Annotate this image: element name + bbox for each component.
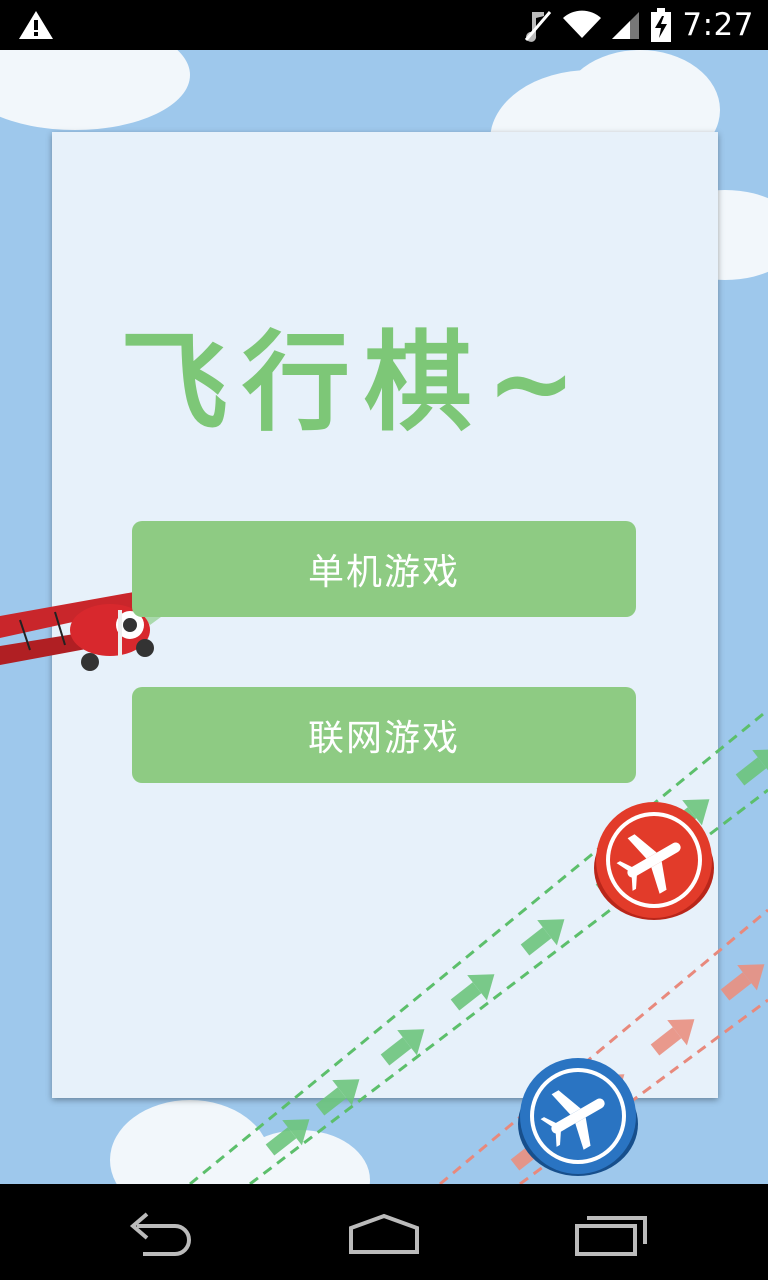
navigation-bar (0, 1184, 768, 1280)
status-bar: 7:27 (0, 0, 768, 50)
single-player-label: 单机游戏 (307, 552, 460, 593)
svg-text:飞行棋~: 飞行棋~ (120, 321, 591, 446)
wifi-icon (563, 10, 602, 38)
single-player-button[interactable]: 单机游戏 (132, 521, 636, 617)
home-icon[interactable] (339, 1204, 429, 1260)
battery-charging-icon (651, 8, 672, 42)
clock: 7:27 (682, 7, 754, 43)
warning-icon (19, 11, 53, 39)
back-icon[interactable] (115, 1204, 205, 1260)
online-game-label: 联网游戏 (307, 718, 460, 759)
game-title: 飞行棋~ (120, 321, 591, 446)
app-screen: 飞行棋~ 单机游戏 联网游戏 (0, 50, 768, 1184)
cloud (0, 50, 190, 130)
recents-icon[interactable] (565, 1204, 655, 1260)
signal-icon (612, 12, 640, 39)
mute-icon (525, 11, 552, 42)
online-game-button[interactable]: 联网游戏 (132, 687, 636, 783)
